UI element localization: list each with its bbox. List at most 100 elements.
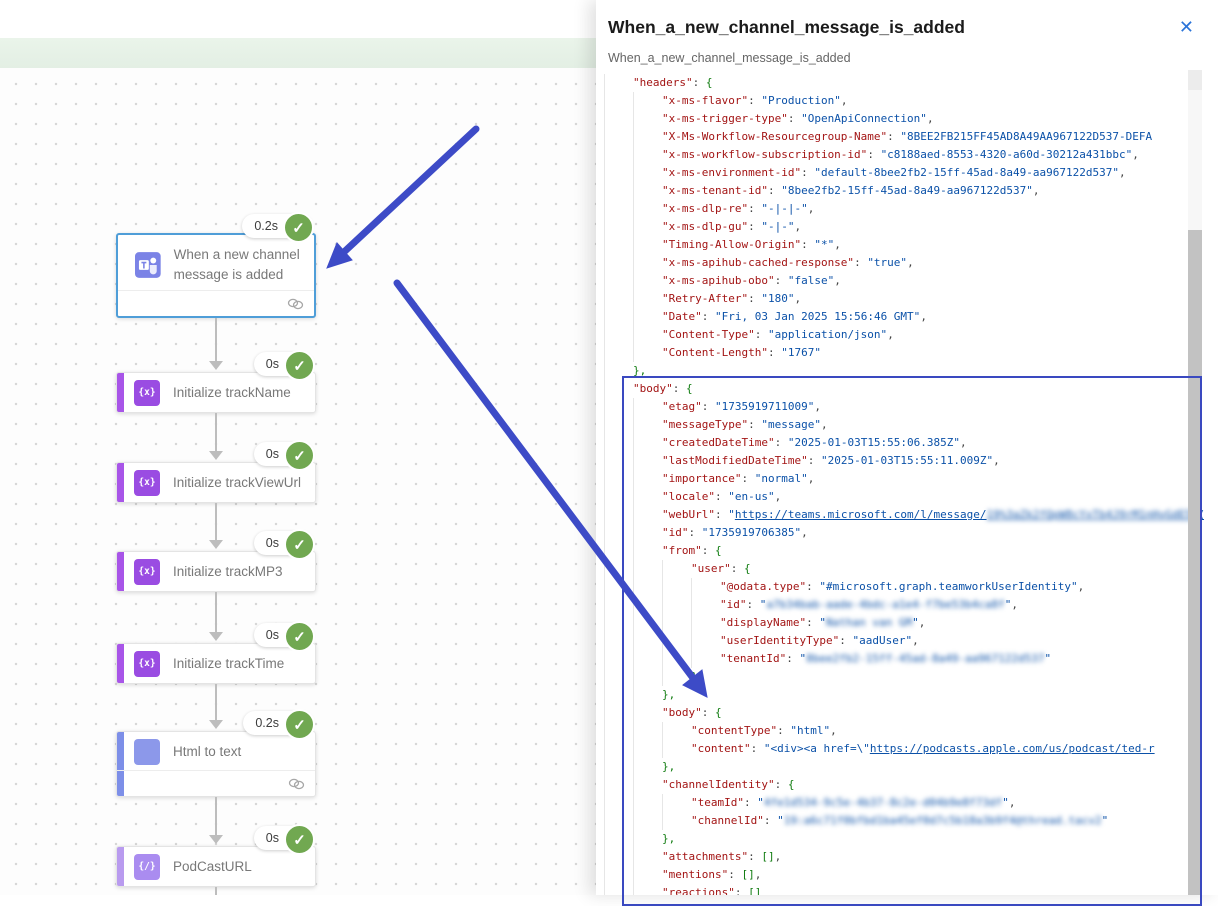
code-token: : (768, 344, 781, 362)
node-footer (118, 290, 314, 316)
code-link[interactable]: https://teams.microsoft.com/l/message/ (735, 506, 987, 524)
indent-guide (633, 524, 662, 542)
code-token: "8BEE2FB215FF45AD8A49AA967122D537-DEFA (900, 128, 1152, 146)
indent-guide (691, 578, 720, 596)
code-token: 8bee2fb2-15ff-45ad-8a49-aa967122d537 (806, 650, 1044, 668)
scrollbar-thumb[interactable] (1188, 230, 1202, 895)
variable-icon: {x} (134, 559, 160, 585)
node-accent-stripe (117, 552, 124, 591)
status-badge: 0s✓ (254, 442, 313, 472)
code-token: { (715, 542, 722, 560)
code-token: : (702, 542, 715, 560)
code-token: " (799, 650, 806, 668)
variable-icon: {x} (134, 470, 160, 496)
code-token: "importance" (662, 470, 741, 488)
code-token: : (702, 398, 715, 416)
code-token: : (808, 452, 821, 470)
code-token: , (834, 272, 841, 290)
code-token: : (775, 434, 788, 452)
flow-node-initialize-trackname[interactable]: {x}Initialize trackName0s✓ (116, 372, 316, 413)
code-token: : (748, 200, 761, 218)
flow-node-html-to-text[interactable]: Html to text0.2s✓ (116, 731, 316, 797)
code-token: : (751, 740, 764, 758)
node-accent-stripe (117, 847, 124, 886)
code-token: "default-8bee2fb2-15ff-45ad-8a49-aa96712… (814, 164, 1119, 182)
code-line: "displayName": "Nathan van GM", (604, 614, 1204, 632)
code-token: : (801, 164, 814, 182)
code-token: 19:a6c71f0bfbd1ba45ef0d7c5b18a3b9f4@thre… (784, 812, 1102, 830)
code-token: : (867, 146, 880, 164)
connector-line (215, 318, 217, 362)
code-token: , (834, 236, 841, 254)
code-token: [] (748, 884, 761, 895)
indent-guide (633, 452, 662, 470)
close-icon[interactable]: ✕ (1179, 18, 1194, 36)
code-token: , (808, 200, 815, 218)
indent-guide (633, 254, 662, 272)
code-token: "reactions" (662, 884, 735, 895)
code-line: "id": "1735919706385", (604, 524, 1204, 542)
indent-guide (633, 722, 662, 740)
code-link[interactable]: 19%3aZk2fQpW8cYxTb4J9rM1nHvGdE5x (987, 506, 1199, 524)
code-token: , (841, 92, 848, 110)
code-token: "id" (662, 524, 689, 542)
code-line: "x-ms-apihub-obo": "false", (604, 272, 1204, 290)
indent-guide (662, 560, 691, 578)
indent-guide (633, 830, 662, 848)
flow-node-initialize-trackmp3[interactable]: {x}Initialize trackMP30s✓ (116, 551, 316, 592)
code-token: "contentType" (691, 722, 777, 740)
connector-line (215, 503, 217, 541)
success-check-icon: ✓ (283, 212, 314, 243)
code-token: , (920, 308, 927, 326)
code-token: "userIdentityType" (720, 632, 839, 650)
flow-node-initialize-tracktime[interactable]: {x}Initialize trackTime0s✓ (116, 643, 316, 684)
indent-guide (604, 686, 633, 704)
raw-outputs-json[interactable]: "headers": {"x-ms-flavor": "Production",… (604, 74, 1204, 895)
code-token: [] (741, 866, 754, 884)
code-token: "content" (691, 740, 751, 758)
indent-guide (633, 704, 662, 722)
indent-guide (633, 326, 662, 344)
connector-line (215, 413, 217, 452)
code-token: : (735, 884, 748, 895)
code-line: "x-ms-dlp-re": "-|-|-", (604, 200, 1204, 218)
code-token: "1735919711009" (715, 398, 814, 416)
status-badge: 0s✓ (254, 352, 313, 382)
code-link[interactable]: https://podcasts.apple.com/us/podcast/te… (870, 740, 1155, 758)
indent-guide (604, 524, 633, 542)
indent-guide (662, 578, 691, 596)
indent-guide (604, 614, 633, 632)
flow-node-podcasturl[interactable]: {/}PodCastURL0s✓ (116, 846, 316, 887)
indent-guide (691, 614, 720, 632)
code-token: "#microsoft.graph.teamworkUserIdentity" (819, 578, 1077, 596)
code-token: : (689, 524, 702, 542)
code-line: "body": { (604, 380, 1204, 398)
connector-arrowhead-icon (209, 632, 223, 641)
indent-guide (633, 308, 662, 326)
code-token: "Fri, 03 Jan 2025 15:56:46 GMT" (715, 308, 920, 326)
link-icon (288, 778, 305, 790)
indent-guide (604, 848, 633, 866)
indent-guide (633, 596, 662, 614)
panel-subtitle: When_a_new_channel_message_is_added (608, 51, 851, 65)
code-line: "x-ms-tenant-id": "8bee2fb2-15ff-45ad-8a… (604, 182, 1204, 200)
code-token: , (801, 524, 808, 542)
code-line: "x-ms-environment-id": "default-8bee2fb2… (604, 164, 1204, 182)
code-line: "X-Ms-Workflow-Resourcegroup-Name": "8BE… (604, 128, 1204, 146)
success-check-icon: ✓ (284, 709, 315, 740)
indent-guide (604, 326, 633, 344)
indent-guide (633, 758, 662, 776)
success-check-icon: ✓ (284, 529, 315, 560)
indent-guide (604, 506, 633, 524)
code-token: , (775, 848, 782, 866)
flow-node-when-a-new-channel-message-is-added[interactable]: When a new channel message is added0.2s✓ (116, 233, 316, 318)
indent-guide (604, 74, 633, 92)
code-token: : (788, 110, 801, 128)
flow-node-initialize-trackviewurl[interactable]: {x}Initialize trackViewUrl0s✓ (116, 462, 316, 503)
indent-guide (633, 290, 662, 308)
node-title: Initialize trackName (173, 383, 291, 403)
indent-guide (604, 92, 633, 110)
indent-guide (604, 704, 633, 722)
success-check-icon: ✓ (284, 440, 315, 471)
code-token: { (706, 74, 713, 92)
